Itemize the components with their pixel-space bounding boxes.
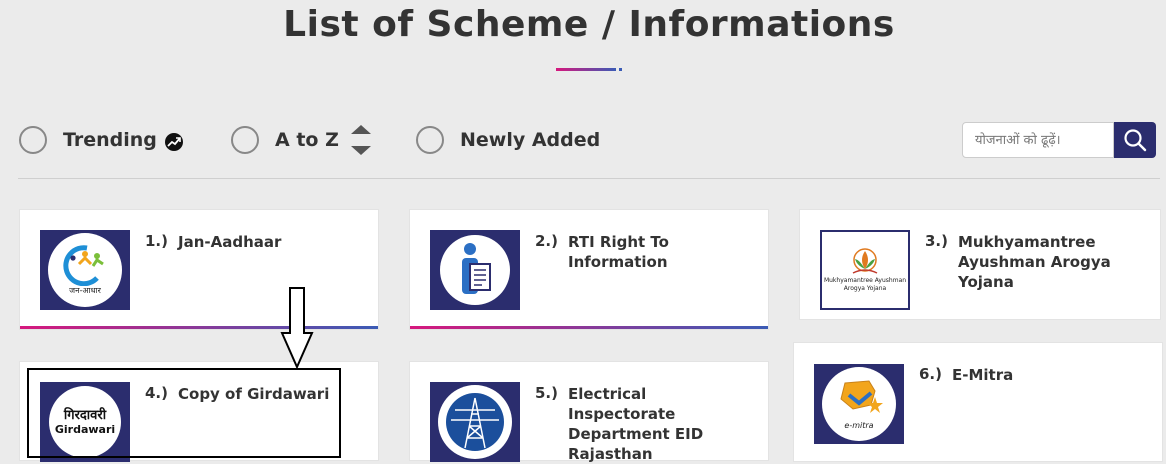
title-underline-dot — [619, 68, 622, 71]
sort-option-atoz[interactable]: A to Z — [231, 122, 371, 158]
search-input[interactable] — [962, 122, 1114, 158]
trending-up-icon — [164, 133, 183, 151]
jan-aadhaar-emblem-icon — [63, 245, 104, 286]
scheme-name[interactable]: Mukhyamantree Ayushman Arogya Yojana — [958, 232, 1143, 292]
scheme-card-rti[interactable]: 2.) RTI Right To Information — [409, 209, 769, 330]
emitra-emblem-icon — [840, 380, 883, 413]
scheme-number: 4.) — [145, 384, 168, 402]
section-divider — [18, 178, 1160, 179]
jan-aadhaar-logo: जन-आधार — [40, 230, 130, 310]
atoz-radio[interactable] — [231, 126, 259, 154]
rti-person-document-icon — [462, 243, 491, 294]
card-accent-bar — [20, 326, 378, 329]
caret-down-icon — [350, 146, 371, 155]
ayushman-logo-text: Mukhyamantree Ayushman — [823, 277, 907, 284]
atoz-label: A to Z — [275, 129, 339, 151]
scheme-name[interactable]: Jan-Aadhaar — [178, 232, 363, 252]
scheme-card-emitra[interactable]: e-mitra 6.) E-Mitra — [793, 342, 1163, 462]
girdawari-logo-hindi: गिरदावरी — [63, 407, 107, 423]
search-icon — [1124, 129, 1147, 152]
eid-logo — [430, 382, 520, 462]
card-accent-bar — [410, 326, 768, 329]
caret-up-icon — [350, 125, 371, 134]
power-tower-icon — [446, 393, 504, 451]
trending-label: Trending — [63, 129, 157, 151]
scheme-name[interactable]: RTI Right To Information — [568, 232, 753, 272]
ayushman-logo: Mukhyamantree Ayushman Arogya Yojana — [820, 230, 910, 310]
ayushman-lotus-icon — [852, 248, 878, 274]
emitra-logo: e-mitra — [814, 364, 904, 444]
rti-logo — [430, 230, 520, 310]
ayushman-logo-text-2: Arogya Yojana — [843, 285, 887, 292]
scheme-card-eid[interactable]: 5.) Electrical Inspectorate Department E… — [409, 361, 769, 464]
annotation-arrow-icon — [280, 287, 314, 369]
sort-option-newly-added[interactable]: Newly Added — [416, 122, 600, 158]
scheme-card-jan-aadhaar[interactable]: जन-आधार 1.) Jan-Aadhaar — [19, 209, 379, 330]
scheme-number: 6.) — [919, 365, 942, 383]
jan-aadhaar-logo-text: जन-आधार — [69, 286, 101, 295]
sort-option-trending[interactable]: Trending — [19, 122, 183, 158]
girdawari-logo-english: Girdawari — [54, 422, 116, 436]
newly-added-radio[interactable] — [416, 126, 444, 154]
scheme-number: 2.) — [535, 232, 558, 250]
scheme-card-girdawari[interactable]: गिरदावरी Girdawari 4.) Copy of Girdawari — [19, 361, 379, 462]
page-title: List of Scheme / Informations — [283, 4, 895, 45]
scheme-name[interactable]: Electrical Inspectorate Department EID R… — [568, 384, 753, 464]
search-button[interactable] — [1114, 122, 1156, 158]
scheme-name[interactable]: Copy of Girdawari — [178, 384, 363, 404]
search-box — [962, 122, 1156, 158]
sort-arrows-icon — [350, 125, 371, 155]
scheme-number: 1.) — [145, 232, 168, 250]
scheme-number: 3.) — [925, 232, 948, 250]
emitra-logo-text: e-mitra — [844, 421, 874, 430]
scheme-name[interactable]: E-Mitra — [952, 365, 1137, 385]
scheme-number: 5.) — [535, 384, 558, 402]
title-underline — [556, 68, 616, 71]
trending-radio[interactable] — [19, 126, 47, 154]
girdawari-logo: गिरदावरी Girdawari — [40, 382, 130, 462]
scheme-card-ayushman[interactable]: Mukhyamantree Ayushman Arogya Yojana 3.)… — [799, 209, 1161, 320]
newly-added-label: Newly Added — [460, 129, 601, 151]
